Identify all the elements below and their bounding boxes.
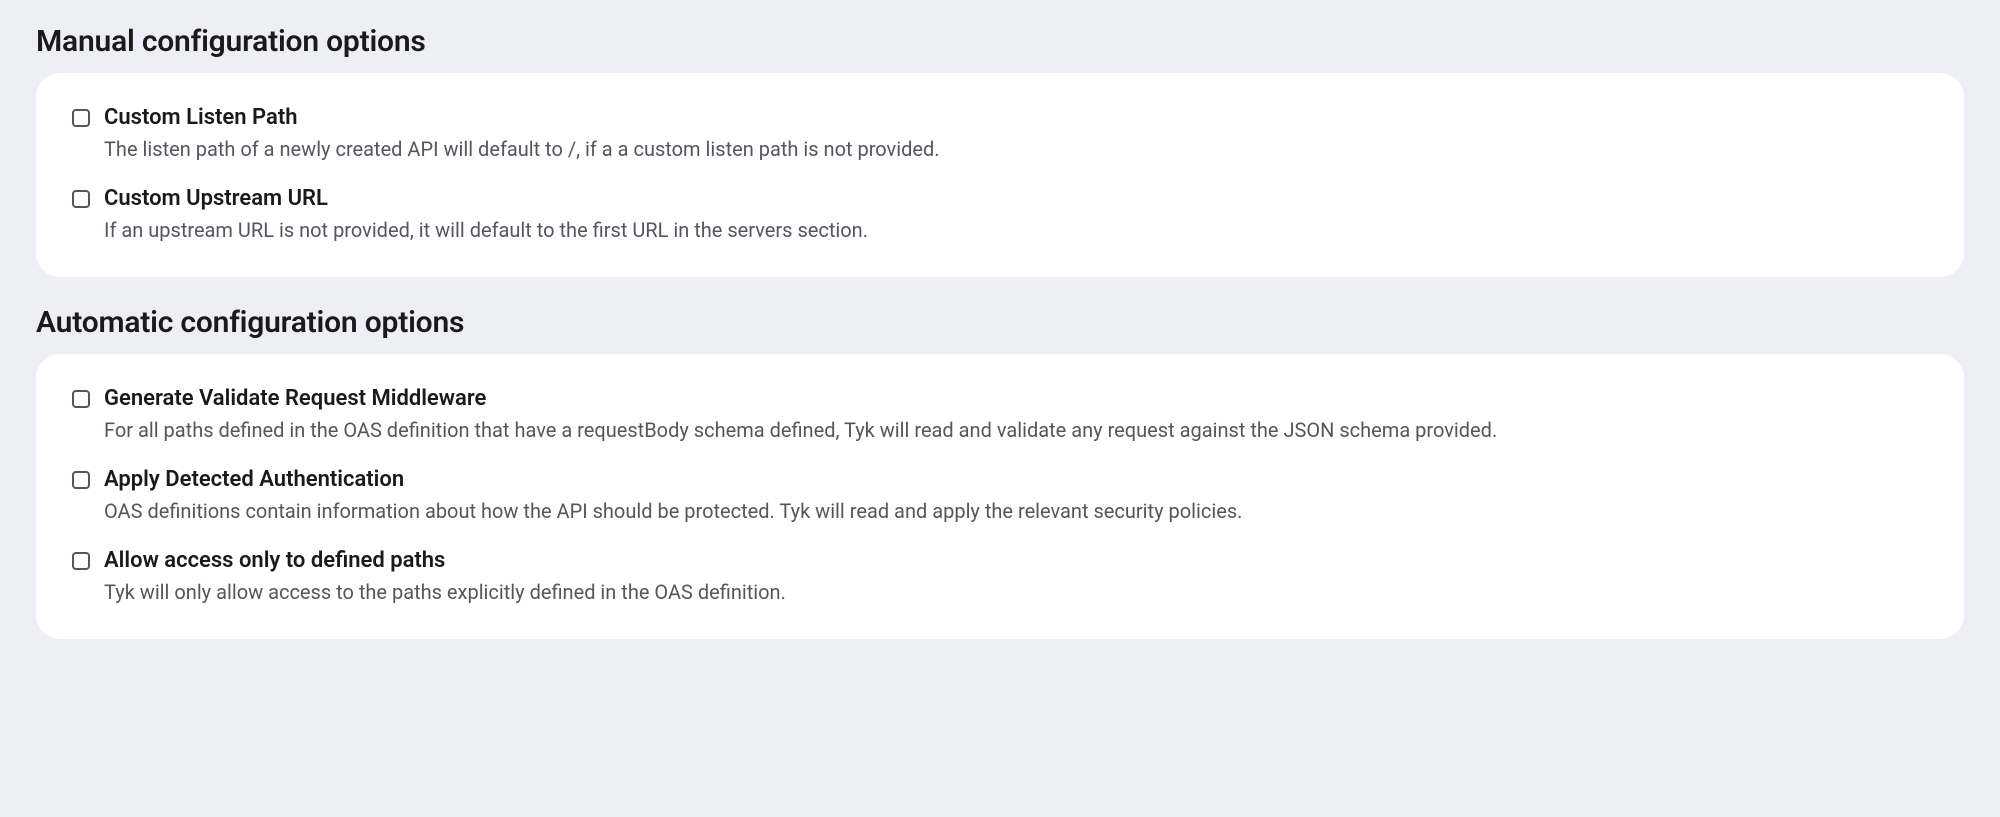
option-label: Generate Validate Request Middleware [104,386,1928,411]
checkbox-custom-upstream-url[interactable] [72,190,90,208]
option-body: Apply Detected Authentication OAS defini… [104,467,1928,526]
option-label: Allow access only to defined paths [104,548,1928,573]
option-body: Allow access only to defined paths Tyk w… [104,548,1928,607]
option-generate-validate-middleware: Generate Validate Request Middleware For… [72,386,1928,445]
option-body: Generate Validate Request Middleware For… [104,386,1928,445]
option-body: Custom Upstream URL If an upstream URL i… [104,186,1928,245]
option-desc: The listen path of a newly created API w… [104,134,1928,164]
option-label: Custom Upstream URL [104,186,1928,211]
checkbox-custom-listen-path[interactable] [72,109,90,127]
manual-options-card: Custom Listen Path The listen path of a … [36,73,1964,277]
option-label: Apply Detected Authentication [104,467,1928,492]
option-custom-upstream-url: Custom Upstream URL If an upstream URL i… [72,186,1928,245]
option-desc: OAS definitions contain information abou… [104,496,1928,526]
option-desc: Tyk will only allow access to the paths … [104,577,1928,607]
option-custom-listen-path: Custom Listen Path The listen path of a … [72,105,1928,164]
option-desc: If an upstream URL is not provided, it w… [104,215,1928,245]
option-label: Custom Listen Path [104,105,1928,130]
option-desc: For all paths defined in the OAS definit… [104,415,1928,445]
automatic-section-title: Automatic configuration options [36,305,1964,340]
checkbox-allow-defined-paths-only[interactable] [72,552,90,570]
checkbox-generate-validate-middleware[interactable] [72,390,90,408]
manual-section-title: Manual configuration options [36,24,1964,59]
option-apply-detected-auth: Apply Detected Authentication OAS defini… [72,467,1928,526]
option-allow-defined-paths-only: Allow access only to defined paths Tyk w… [72,548,1928,607]
checkbox-apply-detected-auth[interactable] [72,471,90,489]
automatic-options-card: Generate Validate Request Middleware For… [36,354,1964,639]
option-body: Custom Listen Path The listen path of a … [104,105,1928,164]
